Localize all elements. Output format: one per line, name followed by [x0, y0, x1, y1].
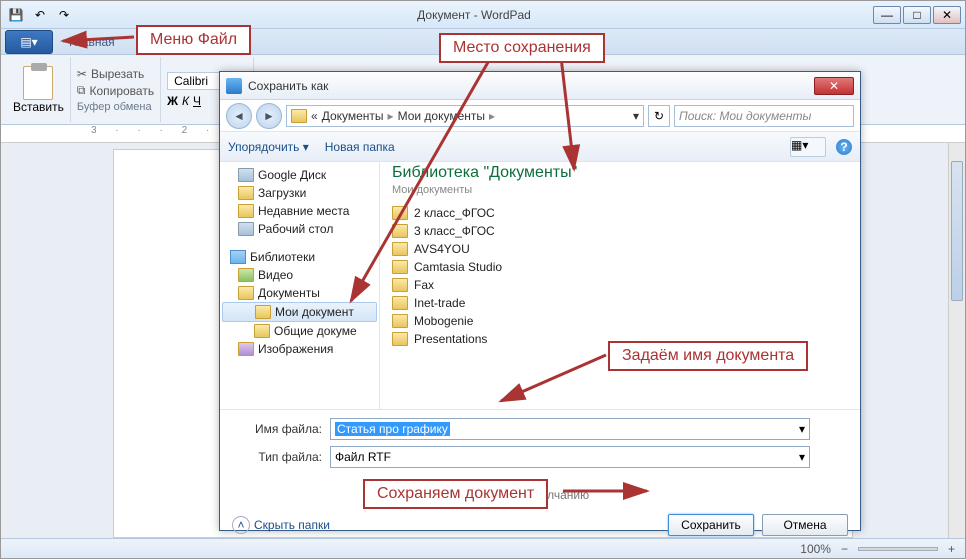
anno-menu-file: Меню Файл — [136, 25, 251, 55]
underline-button[interactable]: Ч — [193, 94, 201, 108]
cut-button[interactable]: ✂ Вырезать — [77, 66, 144, 82]
list-item: 2 класс_ФГОС — [392, 204, 848, 222]
library-icon — [230, 250, 246, 264]
list-item: Fax — [392, 276, 848, 294]
new-folder-button[interactable]: Новая папка — [325, 140, 395, 154]
window-title: Документ - WordPad — [75, 8, 873, 22]
list-item: Mobogenie — [392, 312, 848, 330]
library-header: Библиотека "Документы" — [392, 164, 848, 182]
qat-redo-icon[interactable]: ↷ — [53, 4, 75, 26]
nav-tree[interactable]: Google Диск Загрузки Недавние места Рабо… — [220, 162, 380, 409]
list-item: Inet-trade — [392, 294, 848, 312]
cancel-button[interactable]: Отмена — [762, 514, 848, 536]
drive-icon — [238, 168, 254, 182]
clipboard-group-label: Буфер обмена — [77, 101, 152, 113]
save-button[interactable]: Сохранить — [668, 514, 754, 536]
list-item: AVS4YOU — [392, 240, 848, 258]
organize-menu[interactable]: Упорядочить ▾ — [228, 140, 309, 154]
chevron-up-icon: ˄ — [232, 516, 250, 534]
paste-label: Вставить — [13, 100, 64, 114]
nav-back-button[interactable]: ◄ — [226, 103, 252, 129]
zoom-out-button[interactable]: − — [841, 542, 848, 556]
qat-undo-icon[interactable]: ↶ — [29, 4, 51, 26]
filetype-combo[interactable]: Файл RTF▾ — [330, 446, 810, 468]
minimize-button[interactable]: — — [873, 6, 901, 24]
scrollbar-vertical[interactable] — [948, 143, 965, 538]
search-input[interactable]: Поиск: Мои документы — [674, 105, 854, 127]
copy-button[interactable]: ⧉ Копировать — [77, 82, 154, 99]
dialog-icon — [226, 78, 242, 94]
help-icon[interactable]: ? — [836, 139, 852, 155]
file-list[interactable]: Упорядочить: Папка ▾ Библиотека "Докумен… — [380, 162, 860, 409]
save-as-dialog: Сохранить как ✕ ◄ ► « Документы▸ Мои док… — [219, 71, 861, 531]
filename-label: Имя файла: — [232, 422, 322, 436]
bold-button[interactable]: Ж — [167, 94, 178, 108]
address-bar[interactable]: « Документы▸ Мои документы▸ ▾ — [286, 105, 644, 127]
zoom-value: 100% — [800, 542, 831, 556]
filetype-label: Тип файла: — [232, 450, 322, 464]
folder-icon — [291, 109, 307, 123]
filename-input[interactable]: Статья про графику▾ — [330, 418, 810, 440]
close-button[interactable]: ✕ — [933, 6, 961, 24]
hide-folders-button[interactable]: ˄ Скрыть папки — [232, 516, 330, 534]
file-menu-button[interactable]: ▤▾ — [5, 30, 53, 54]
maximize-button[interactable]: □ — [903, 6, 931, 24]
nav-forward-button[interactable]: ► — [256, 103, 282, 129]
tree-item-mydocs[interactable]: Мои документ — [222, 302, 377, 322]
views-button[interactable]: ▦▾ — [790, 137, 826, 157]
anno-set-name: Задаём имя документа — [608, 341, 808, 371]
list-item: 3 класс_ФГОС — [392, 222, 848, 240]
italic-button[interactable]: К — [182, 94, 189, 108]
dialog-title: Сохранить как — [248, 79, 814, 93]
zoom-slider[interactable] — [858, 547, 938, 551]
library-subheader: Мои документы — [392, 184, 848, 196]
anno-save-location: Место сохранения — [439, 33, 605, 63]
dialog-close-button[interactable]: ✕ — [814, 77, 854, 95]
tab-home[interactable]: Главная — [57, 31, 127, 53]
qat-save-icon[interactable]: 💾 — [5, 4, 27, 26]
paste-icon[interactable] — [23, 66, 53, 100]
zoom-in-button[interactable]: + — [948, 542, 955, 556]
list-item: Camtasia Studio — [392, 258, 848, 276]
refresh-button[interactable]: ↻ — [648, 105, 670, 127]
anno-do-save: Сохраняем документ — [363, 479, 548, 509]
